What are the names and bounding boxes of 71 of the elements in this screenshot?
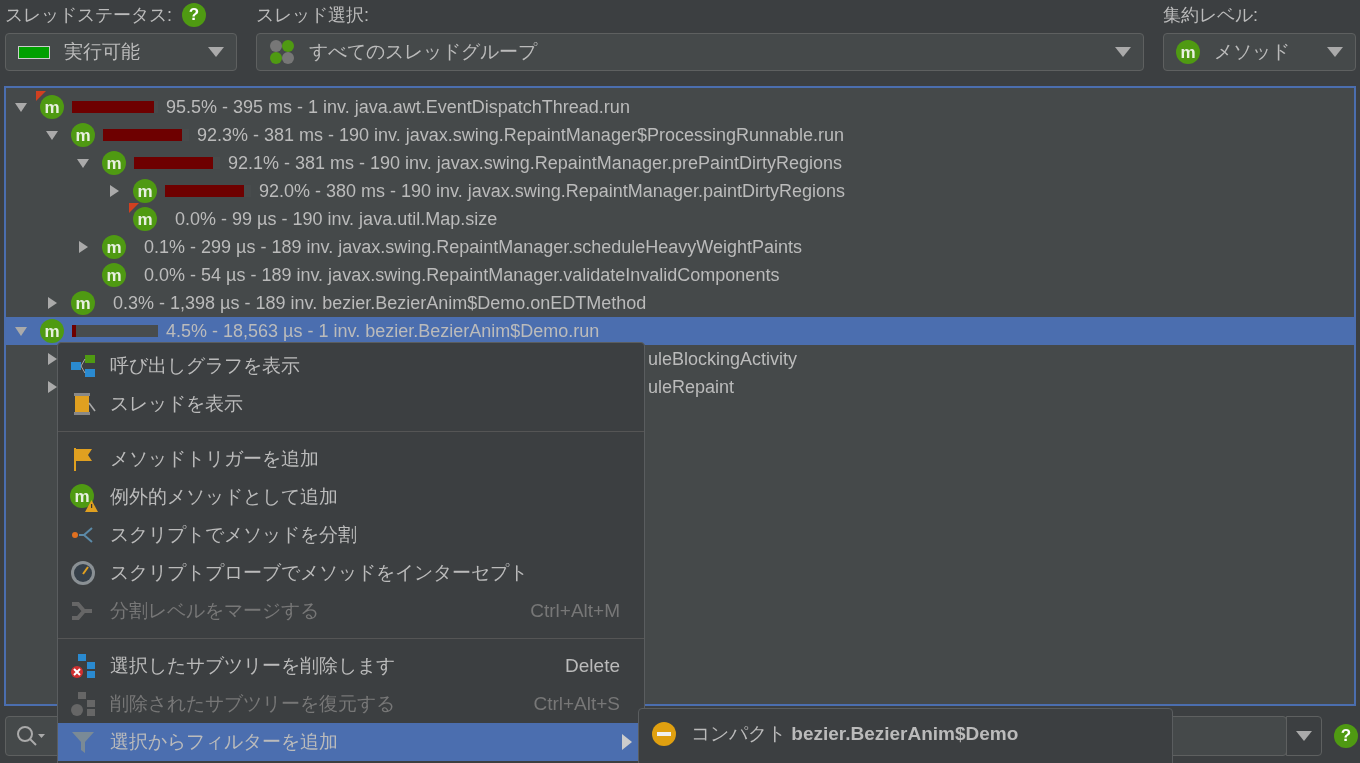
thread-status-label: スレッドステータス: xyxy=(5,4,172,27)
tree-row[interactable]: m 0.1% - 299 µs - 189 inv. javax.swing.RepaintManager.scheduleHeavyWeightPaints xyxy=(6,233,1354,261)
method-icon: m xyxy=(133,179,157,203)
method-icon: m xyxy=(71,123,95,147)
menu-item[interactable]: 呼び出しグラフを表示 xyxy=(58,347,644,385)
filter-dropdown-button[interactable] xyxy=(1286,716,1322,756)
collapsed-arrow-icon[interactable] xyxy=(76,240,90,254)
gauge-icon xyxy=(70,560,96,586)
expanded-arrow-icon[interactable] xyxy=(45,128,59,142)
help-icon[interactable]: ? xyxy=(1334,724,1358,748)
method-icon: m xyxy=(102,263,126,287)
method-icon: m xyxy=(102,235,126,259)
method-icon: m xyxy=(40,319,64,343)
tree-row[interactable]: m 92.3% - 381 ms - 190 inv. javax.swing.RepaintManager$ProcessingRunnable.run xyxy=(6,121,1354,149)
menu-item[interactable]: スレッドを表示 xyxy=(58,385,644,423)
shortcut-label: Delete xyxy=(565,655,620,677)
aggregation-level-dropdown[interactable]: m メソッド xyxy=(1163,33,1356,71)
help-icon[interactable]: ? xyxy=(182,3,206,27)
dropdown-arrow-icon xyxy=(1296,731,1312,741)
menu-item[interactable]: スクリプトプローブでメソッドをインターセプト xyxy=(58,554,644,592)
tree-row[interactable]: m 4.5% - 18,563 µs - 1 inv. bezier.BezierAnim$Demo.run xyxy=(6,317,1354,345)
minus-circle-icon xyxy=(651,721,677,747)
method-icon: m xyxy=(102,151,126,175)
menu-item[interactable]: スクリプトでメソッドを分割 xyxy=(58,516,644,554)
tree-row-label[interactable]: uleRepaint xyxy=(648,376,735,398)
collapsed-arrow-icon[interactable] xyxy=(45,380,59,394)
tree-row-label: 92.1% - 381 ms - 190 inv. javax.swing.RepaintManager.prePaintDirtyRegions xyxy=(228,152,842,174)
tree-row-label: 0.1% - 299 µs - 189 inv. javax.swing.RepaintManager.scheduleHeavyWeightPaints xyxy=(144,236,803,258)
dropdown-arrow-icon[interactable] xyxy=(1115,47,1131,57)
dropdown-arrow-icon[interactable] xyxy=(208,47,224,57)
tree-row-label: 95.5% - 395 ms - 1 inv. java.awt.EventDispatchThread.run xyxy=(166,96,630,118)
thread-group-icon xyxy=(269,39,295,65)
tree-row-label: 92.3% - 381 ms - 190 inv. javax.swing.RepaintManager$ProcessingRunnable.run xyxy=(197,124,845,146)
thread-status-dropdown[interactable]: 実行可能 xyxy=(5,33,237,71)
tree-row[interactable]: m 95.5% - 395 ms - 1 inv. java.awt.EventDispatchThread.run xyxy=(6,93,1354,121)
collapsed-arrow-icon[interactable] xyxy=(107,184,121,198)
tree-row[interactable]: m 0.0% - 54 µs - 189 inv. javax.swing.RepaintManager.validateInvalidComponents xyxy=(6,261,1354,289)
collapsed-arrow-icon[interactable] xyxy=(45,352,59,366)
menu-item[interactable]: メソッドトリガーを追加 xyxy=(58,440,644,478)
tree-row[interactable]: m 92.1% - 381 ms - 190 inv. javax.swing.RepaintManager.prePaintDirtyRegions xyxy=(6,149,1354,177)
aggregation-level-label: 集約レベル: xyxy=(1163,4,1258,27)
method-icon: m xyxy=(133,207,157,231)
restore-subtree-icon xyxy=(70,691,96,717)
shortcut-label: Ctrl+Alt+S xyxy=(533,693,620,715)
tree-row-label: 0.3% - 1,398 µs - 189 inv. bezier.BezierAnim$Demo.onEDTMethod xyxy=(113,292,647,314)
shortcut-label: Ctrl+Alt+M xyxy=(530,600,620,622)
dropdown-arrow-icon[interactable] xyxy=(1327,47,1343,57)
collapsed-arrow-icon[interactable] xyxy=(45,296,59,310)
expanded-arrow-icon[interactable] xyxy=(76,156,90,170)
tree-row-label: 92.0% - 380 ms - 190 inv. javax.swing.RepaintManager.paintDirtyRegions xyxy=(259,180,845,202)
search-icon xyxy=(16,725,46,747)
menu-item[interactable]: m 例外的メソッドとして追加 xyxy=(58,478,644,516)
method-icon: m xyxy=(1176,40,1200,64)
method-icon: m xyxy=(40,95,64,119)
call-graph-icon xyxy=(70,353,96,379)
tree-row-label: 0.0% - 99 µs - 190 inv. java.util.Map.size xyxy=(175,208,498,230)
method-icon: m xyxy=(71,291,95,315)
funnel-icon xyxy=(70,729,96,755)
tree-row[interactable]: m 0.0% - 99 µs - 190 inv. java.util.Map.size xyxy=(6,205,1354,233)
method-warning-icon: m xyxy=(70,484,96,510)
delete-subtree-icon xyxy=(70,653,96,679)
tree-row-label: 4.5% - 18,563 µs - 1 inv. bezier.BezierAnim$Demo.run xyxy=(166,320,600,342)
thread-selection-label: スレッド選択: xyxy=(256,4,369,27)
expanded-arrow-icon[interactable] xyxy=(14,324,28,338)
tree-row-label: 0.0% - 54 µs - 189 inv. javax.swing.RepaintManager.validateInvalidComponents xyxy=(144,264,780,286)
menu-item[interactable]: 選択したサブツリーを削除します Delete xyxy=(58,647,644,685)
expanded-arrow-icon[interactable] xyxy=(14,100,28,114)
tree-row-label[interactable]: uleBlockingActivity xyxy=(648,348,798,370)
thread-selection-dropdown[interactable]: すべてのスレッドグループ xyxy=(256,33,1144,71)
tree-row[interactable]: m 92.0% - 380 ms - 190 inv. javax.swing.RepaintManager.paintDirtyRegions xyxy=(6,177,1354,205)
tree-row[interactable]: m 0.3% - 1,398 µs - 189 inv. bezier.BezierAnim$Demo.onEDTMethod xyxy=(6,289,1354,317)
